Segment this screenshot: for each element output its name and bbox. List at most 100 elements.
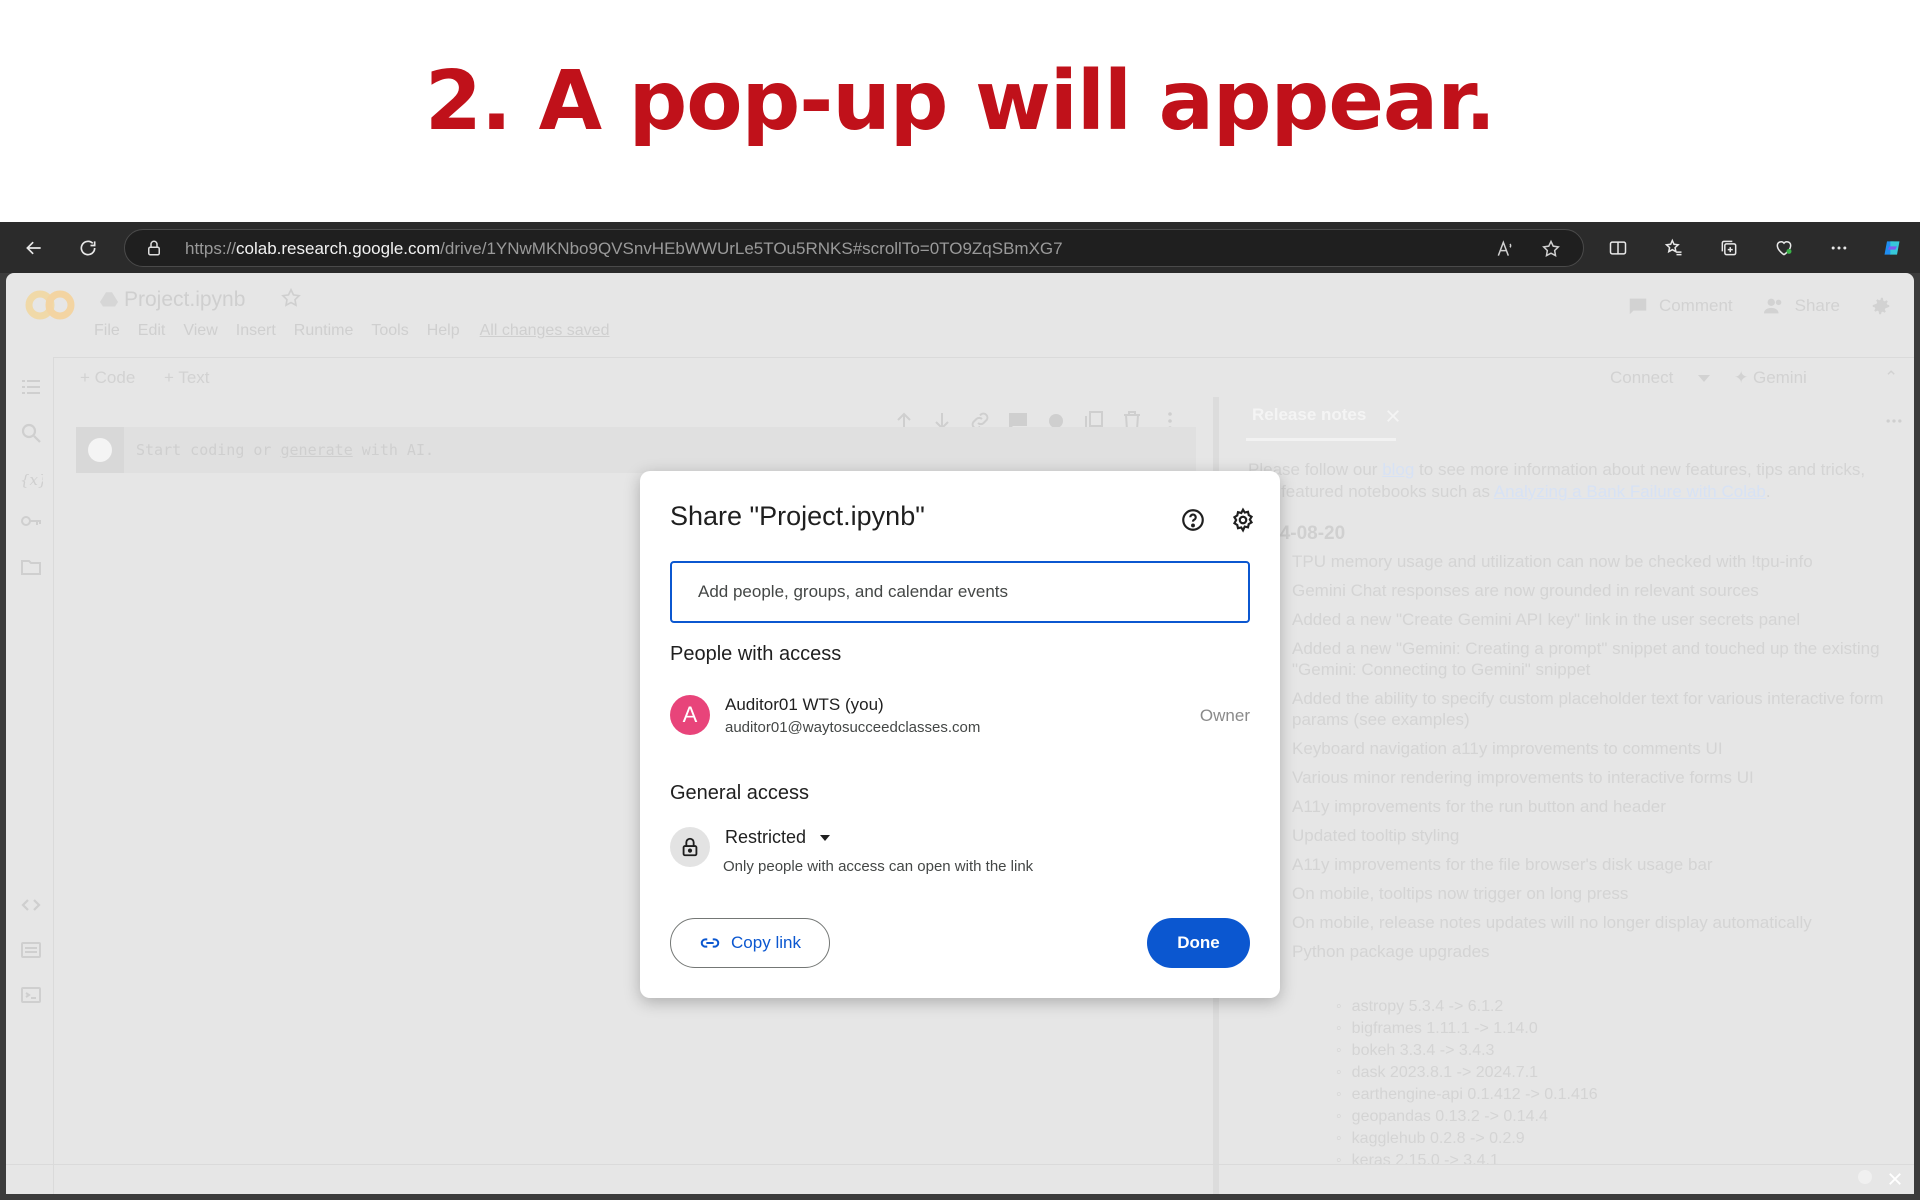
add-people-input[interactable]: Add people, groups, and calendar events	[670, 561, 1250, 623]
panel-more-icon[interactable]	[1884, 411, 1904, 431]
blog-link[interactable]: blog	[1382, 460, 1414, 479]
list-item: Keyboard navigation a11y improvements to…	[1292, 739, 1723, 758]
release-notes-tab[interactable]: Release notes	[1252, 405, 1366, 425]
colab-logo-icon	[25, 290, 75, 320]
access-lock-badge	[670, 827, 710, 867]
menu-tools[interactable]: Tools	[371, 322, 408, 340]
gemini-button[interactable]: ✦ Gemini	[1734, 368, 1807, 388]
chevron-down-icon	[820, 834, 831, 841]
more-icon[interactable]	[1821, 230, 1857, 266]
favorites-icon[interactable]	[1656, 230, 1692, 266]
share-button[interactable]: Share	[1763, 295, 1840, 317]
copilot-icon[interactable]	[1874, 230, 1910, 266]
list-item: Updated tooltip styling	[1292, 826, 1460, 845]
browser-essentials-icon[interactable]	[1766, 230, 1802, 266]
url-path: /drive/1YNwMKNbo9QVSnvHEbWWUrLe5TOu5RNKS…	[440, 239, 1063, 258]
release-notes-intro: Please follow our blog to see more infor…	[1248, 459, 1888, 503]
search-icon[interactable]	[19, 421, 43, 445]
browser-toolbar: https://colab.research.google.com/drive/…	[0, 222, 1920, 273]
settings-gear-icon[interactable]	[1230, 507, 1256, 533]
copy-link-label: Copy link	[731, 933, 801, 952]
address-bar[interactable]: https://colab.research.google.com/drive/…	[124, 229, 1584, 267]
people-with-access-heading: People with access	[670, 643, 842, 665]
secrets-key-icon[interactable]	[19, 509, 43, 533]
star-icon[interactable]	[280, 287, 302, 309]
share-label: Share	[1794, 296, 1840, 315]
package-item: dask 2023.8.1 -> 2024.7.1	[1352, 1062, 1598, 1084]
refresh-icon[interactable]	[70, 230, 106, 266]
bank-failure-link[interactable]: Analyzing a Bank Failure with Colab	[1494, 482, 1766, 501]
close-icon[interactable]	[1886, 1170, 1904, 1188]
read-aloud-icon[interactable]	[1495, 239, 1515, 259]
package-upgrades-list: astropy 5.3.4 -> 6.1.2 bigframes 1.11.1 …	[1336, 996, 1598, 1172]
dialog-title: Share "Project.ipynb"	[670, 501, 925, 531]
code-cell[interactable]: Start coding or generate with AI.	[76, 427, 1196, 473]
menu-view[interactable]: View	[183, 322, 217, 340]
terminal-icon[interactable]	[19, 983, 43, 1007]
table-of-contents-icon[interactable]	[19, 375, 43, 399]
copy-link-button[interactable]: Copy link	[670, 918, 830, 968]
list-item: Python package upgrades	[1292, 942, 1490, 961]
package-item: bigframes 1.11.1 -> 1.14.0	[1352, 1018, 1598, 1040]
variables-icon[interactable]: {x}	[19, 467, 43, 491]
menu-edit[interactable]: Edit	[138, 322, 166, 340]
add-people-placeholder: Add people, groups, and calendar events	[698, 582, 1009, 601]
tab-underline	[1246, 438, 1396, 441]
general-access-dropdown[interactable]: Restricted	[725, 827, 831, 848]
connect-dropdown-icon[interactable]	[1698, 375, 1710, 382]
collections-icon[interactable]	[1711, 230, 1747, 266]
comment-label: Comment	[1658, 296, 1733, 315]
list-item: TPU memory usage and utilization can now…	[1292, 552, 1813, 571]
done-button[interactable]: Done	[1147, 918, 1250, 968]
add-code-button[interactable]: + Code	[80, 368, 135, 388]
drive-icon	[100, 292, 118, 307]
notebook-toolbar: + Code + Text Connect ✦ Gemini ⌃	[54, 357, 1914, 397]
split-screen-icon[interactable]	[1600, 230, 1636, 266]
notebook-title[interactable]: Project.ipynb	[124, 288, 245, 312]
back-icon[interactable]	[16, 230, 52, 266]
save-status[interactable]: All changes saved	[480, 322, 610, 340]
url-prefix: https://	[185, 239, 237, 258]
close-icon[interactable]	[1384, 407, 1402, 425]
link-icon	[700, 938, 720, 948]
svg-text:{x}: {x}	[20, 471, 43, 489]
intro-text-c: .	[1765, 482, 1771, 501]
menu-bar: File Edit View Insert Runtime Tools Help…	[94, 322, 627, 340]
url-host: colab.research.google.com	[236, 239, 441, 258]
cell-placeholder[interactable]: Start coding or generate with AI.	[136, 441, 434, 459]
run-cell-button[interactable]	[76, 427, 124, 473]
tutorial-slide: 2. A pop-up will appear. https://colab.r…	[0, 0, 1920, 1200]
lock-icon[interactable]	[145, 239, 163, 257]
menu-insert[interactable]: Insert	[236, 322, 276, 340]
add-text-button[interactable]: + Text	[164, 368, 210, 388]
access-level: Restricted	[725, 827, 807, 847]
files-folder-icon[interactable]	[19, 555, 43, 579]
url-text[interactable]: https://colab.research.google.com/drive/…	[185, 239, 1063, 259]
list-item: Gemini Chat responses are now grounded i…	[1292, 581, 1759, 600]
menu-help[interactable]: Help	[427, 322, 460, 340]
collapse-icon[interactable]: ⌃	[1884, 368, 1898, 388]
connect-button[interactable]: Connect	[1610, 368, 1673, 388]
generate-link[interactable]: generate	[281, 441, 353, 459]
release-notes-panel: Release notes Please follow our blog to …	[1226, 397, 1914, 1194]
person-role: Owner	[1199, 706, 1250, 725]
gemini-label: Gemini	[1752, 368, 1807, 387]
menu-file[interactable]: File	[94, 322, 120, 340]
package-item: bokeh 3.3.4 -> 3.4.3	[1352, 1040, 1598, 1062]
comment-button[interactable]: Comment	[1627, 295, 1733, 317]
command-palette-icon[interactable]	[19, 938, 43, 962]
list-item: Added the ability to specify custom plac…	[1292, 689, 1884, 729]
share-dialog: Share "Project.ipynb" Add people, groups…	[640, 471, 1280, 998]
favorite-star-icon[interactable]	[1541, 239, 1561, 259]
menu-runtime[interactable]: Runtime	[294, 322, 354, 340]
left-sidebar: {x}	[6, 357, 54, 1194]
package-item: geopandas 0.13.2 -> 0.14.4	[1352, 1106, 1598, 1128]
settings-gear-icon[interactable]	[1870, 295, 1892, 317]
status-bar	[6, 1164, 1914, 1194]
general-access-heading: General access	[670, 782, 809, 804]
package-item: kagglehub 0.2.8 -> 0.2.9	[1352, 1128, 1598, 1150]
help-icon[interactable]	[1180, 507, 1206, 533]
code-snippets-icon[interactable]	[19, 893, 43, 917]
package-item: earthengine-api 0.1.412 -> 0.1.416	[1352, 1084, 1598, 1106]
cell-placeholder-end: with AI.	[352, 441, 435, 459]
